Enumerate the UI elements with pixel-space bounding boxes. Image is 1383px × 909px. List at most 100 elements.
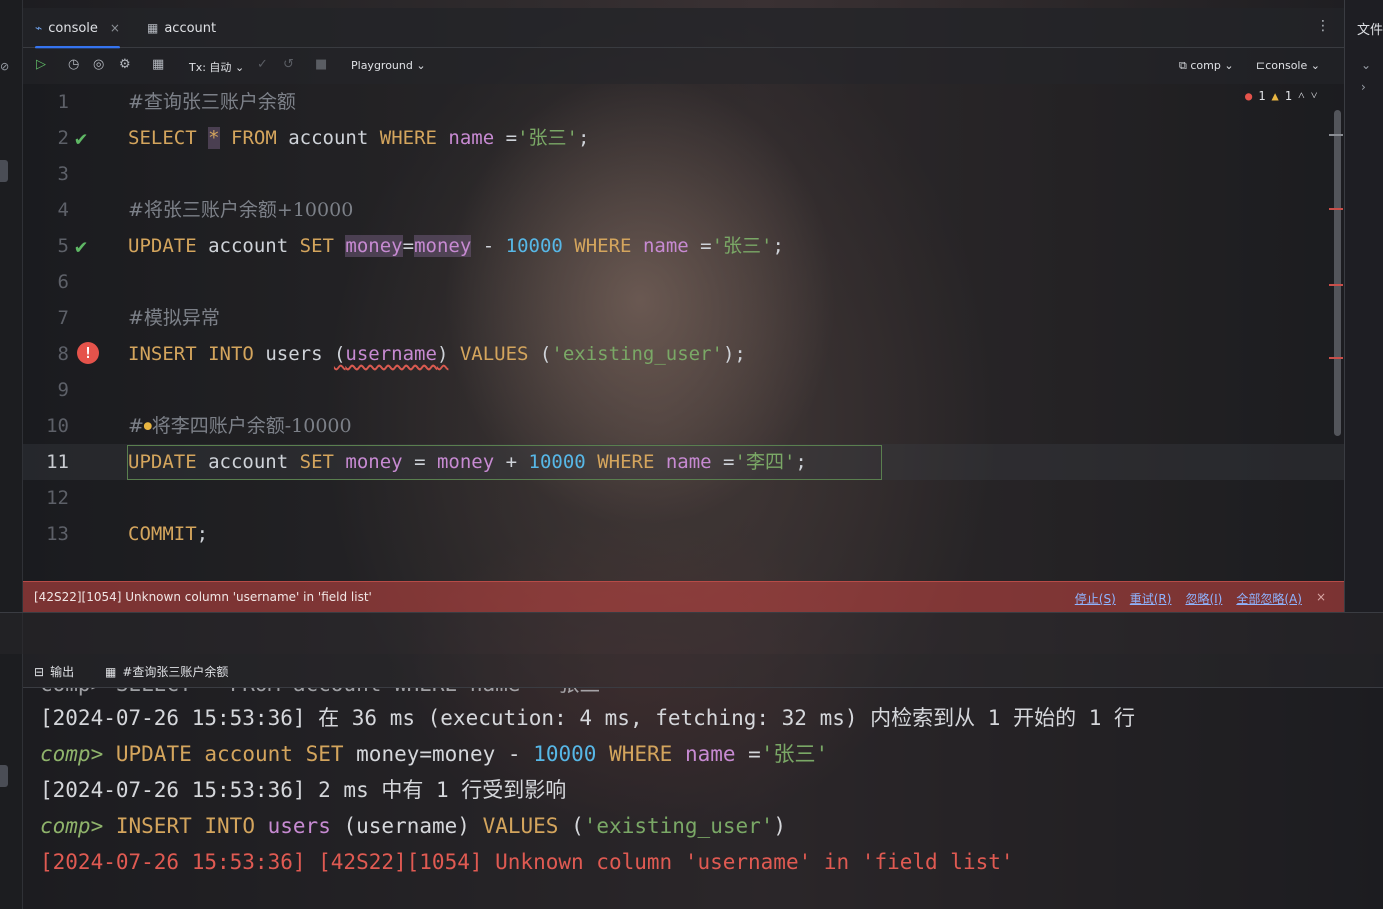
explain-plan-icon[interactable]: ◎ [93, 57, 104, 72]
more-options-icon[interactable]: ⋮ [1316, 18, 1330, 34]
files-panel-title[interactable]: 文件 [1357, 19, 1383, 38]
ignore-all-link[interactable]: 全部忽略(A) [1236, 590, 1302, 607]
table-name: users [265, 343, 323, 365]
paren: ( [571, 814, 584, 838]
comment: # [128, 415, 144, 437]
retry-link[interactable]: 重试(R) [1130, 590, 1172, 607]
result-table-icon[interactable]: ▦ [152, 57, 164, 72]
code-text: #查询张三账户余额 [128, 84, 296, 120]
line-number: 3 [57, 163, 69, 185]
tab-account-label: account [164, 20, 217, 36]
keyword: INTO [204, 814, 255, 838]
intention-bulb-icon[interactable]: ● [144, 419, 152, 434]
schema-icon: ⧉ [1179, 59, 1187, 72]
close-icon[interactable]: × [110, 21, 120, 35]
success-check-icon[interactable]: ✔ [75, 126, 99, 150]
table-name: account [208, 235, 289, 257]
operator: = [748, 742, 761, 766]
error-marker[interactable] [1329, 357, 1343, 359]
semicolon: ; [734, 343, 746, 365]
stop-link[interactable]: 停止(S) [1075, 590, 1116, 607]
code-line: 6 [23, 264, 1344, 300]
line-number: 1 [57, 91, 69, 113]
code-line: 9 [23, 372, 1344, 408]
editor-tab-bar: ⌁ console × ▦ account ⋮ [23, 8, 1344, 49]
code-text: INSERT INTO users (username) VALUES ('ex… [128, 343, 746, 365]
schema-dropdown[interactable]: ⧉ comp ⌄ [1179, 59, 1234, 73]
keyword: UPDATE [128, 451, 197, 473]
left-scroll-handle[interactable] [0, 160, 8, 182]
keyword: WHERE [574, 235, 632, 257]
error-gutter-icon[interactable]: ! [77, 342, 101, 366]
console-prompt: comp> [40, 742, 104, 766]
tab-output[interactable]: ⊟ 输出 [34, 663, 74, 680]
right-tool-strip: 文件 ⌄ › [1344, 0, 1383, 612]
console-icon: ⌁ [35, 21, 43, 35]
left-tool-strip: ⊘ [0, 0, 23, 909]
keyword: VALUES [459, 343, 529, 365]
transaction-mode-dropdown[interactable]: Tx: 自动 ⌄ [189, 59, 244, 75]
panel-splitter[interactable] [0, 612, 1383, 654]
execute-icon[interactable]: ▷ [36, 57, 46, 72]
structure-icon[interactable]: ⊘ [0, 60, 10, 73]
code-line: 10 #●将李四账户余额-10000 [23, 408, 1344, 444]
keyword: FROM [231, 127, 277, 149]
code-line: 12 [23, 480, 1344, 516]
error-marker[interactable] [1329, 208, 1343, 210]
rollback-icon: ↺ [283, 57, 294, 72]
console-prompt: comp> [40, 814, 104, 838]
tab-result-label: #查询张三账户余额 [122, 665, 229, 679]
semicolon: ; [196, 523, 209, 545]
keyword: SET [305, 742, 344, 766]
semicolon: ; [772, 235, 784, 257]
ignore-link[interactable]: 忽略(I) [1185, 590, 1222, 607]
code-line-current: 11 UPDATE account SET money = money + 10… [23, 444, 1344, 480]
line-number: 8 [57, 343, 69, 365]
code-text: UPDATE account SET money=money - 10000 W… [128, 228, 784, 264]
keyword: SET [299, 235, 334, 257]
keyword: WHERE [609, 742, 673, 766]
paren: ) [773, 814, 787, 838]
keyword: COMMIT [128, 523, 197, 545]
number-literal: 10000 [533, 742, 597, 766]
tab-result[interactable]: ▦ #查询张三账户余额 [105, 663, 228, 680]
playground-dropdown[interactable]: Playground ⌄ [351, 59, 426, 72]
chevron-right-icon[interactable]: › [1361, 80, 1366, 94]
scroll-marker[interactable] [1329, 134, 1343, 136]
chevron-down-icon: ⌄ [1310, 59, 1320, 72]
string-literal: '张三' [760, 742, 829, 766]
console-output[interactable]: comp> SELECT * FROM account WHERE name =… [23, 688, 1383, 909]
session-icon: ⊏ [1256, 59, 1266, 72]
column-name: name [684, 742, 736, 766]
success-check-icon[interactable]: ✔ [75, 234, 99, 258]
tab-console[interactable]: ⌁ console × [35, 8, 120, 49]
line-number: 12 [46, 487, 69, 509]
schema-label: comp [1190, 59, 1221, 72]
editor-vertical-scrollbar[interactable] [1334, 110, 1341, 436]
error-actions: 停止(S) 重试(R) 忽略(I) 全部忽略(A) × [1075, 590, 1326, 607]
line-number: 6 [57, 271, 69, 293]
keyword: WHERE [379, 127, 437, 149]
keyword: WHERE [597, 451, 655, 473]
tab-account[interactable]: ▦ account [147, 8, 216, 48]
column-name: name [665, 451, 712, 473]
comment: #模拟异常 [128, 307, 220, 329]
column-name: money [436, 451, 495, 473]
chevron-down-icon[interactable]: ⌄ [1361, 58, 1371, 72]
session-dropdown[interactable]: ⊏console ⌄ [1256, 59, 1320, 72]
close-icon[interactable]: × [1316, 590, 1326, 607]
commit-icon: ✓ [257, 57, 268, 72]
error-marker[interactable] [1329, 284, 1343, 286]
table-name: account [288, 127, 369, 149]
history-icon[interactable]: ◷ [68, 57, 79, 72]
wildcard: * [208, 127, 220, 149]
unresolved-column[interactable]: username [345, 343, 437, 365]
keyword: INSERT [128, 343, 197, 365]
editor-toolbar: ▷ ◷ ◎ ⚙ ▦ Tx: 自动 ⌄ ✓ ↺ ■ Playground ⌄ ⧉ … [23, 48, 1344, 84]
sql-editor[interactable]: ● 1 ▲ 1 ˄ ˅ 1 #查询张三账户余额 2 ✔ SELECT * FROM … [23, 84, 1344, 581]
console-line: comp> INSERT INTO users (username) VALUE… [40, 808, 786, 844]
settings-icon[interactable]: ⚙ [119, 57, 131, 72]
tab-output-label: 输出 [50, 665, 75, 679]
exclamation-icon: ! [77, 342, 99, 364]
left-scroll-handle-bottom[interactable] [0, 765, 8, 787]
